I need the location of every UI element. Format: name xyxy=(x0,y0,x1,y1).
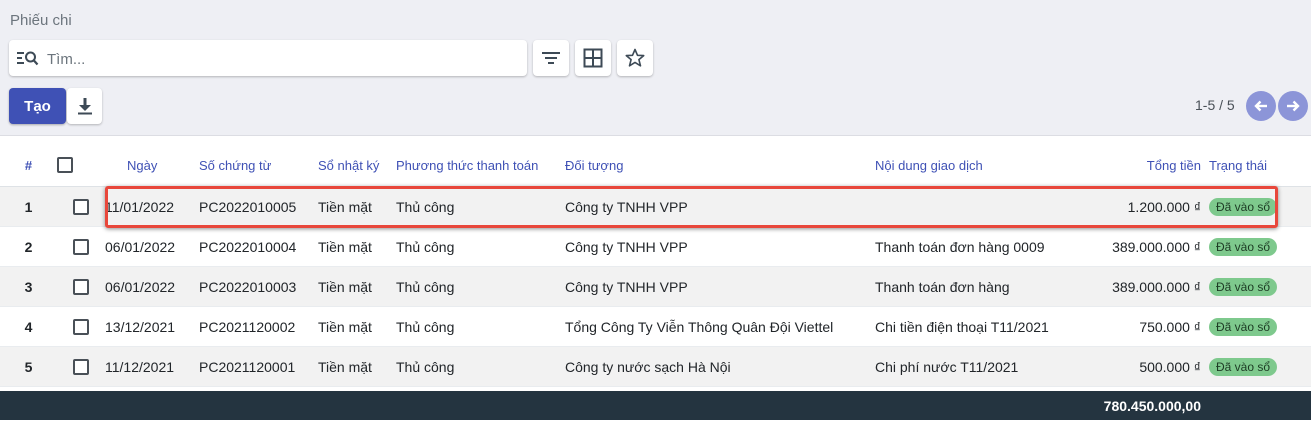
column-journal[interactable]: Sổ nhật ký xyxy=(318,144,396,187)
row-select-cell[interactable] xyxy=(57,266,105,307)
cell-description: Chi phí nước T11/2021 xyxy=(875,346,1100,387)
search-input[interactable] xyxy=(45,45,519,73)
table-row[interactable]: 2 06/01/2022 PC2022010004 Tiền mặt Thủ c… xyxy=(0,226,1311,267)
search-box[interactable] xyxy=(9,40,527,76)
row-checkbox[interactable] xyxy=(73,199,89,216)
cell-status: Đã vào sổ xyxy=(1203,266,1311,307)
cell-total: 1.200.000 ₫ xyxy=(1100,186,1203,227)
arrow-left-icon xyxy=(1254,100,1267,112)
cell-payment-method: Thủ công xyxy=(396,346,565,387)
cell-total: 750.000 ₫ xyxy=(1100,306,1203,347)
cell-journal: Tiền mặt xyxy=(318,186,396,227)
status-badge: Đã vào sổ xyxy=(1209,357,1278,376)
cell-payment-method: Thủ công xyxy=(396,306,565,347)
cell-partner: Công ty TNHH VPP xyxy=(565,186,875,227)
arrow-right-icon xyxy=(1287,100,1300,112)
grid-icon xyxy=(583,48,603,68)
cell-date: 06/01/2022 xyxy=(105,226,199,267)
status-badge: Đã vào sổ xyxy=(1209,197,1278,216)
cell-total: 389.000.000 ₫ xyxy=(1100,226,1203,267)
download-button[interactable] xyxy=(67,88,102,124)
row-select-cell[interactable] xyxy=(57,226,105,267)
row-number: 3 xyxy=(0,266,57,307)
cell-description: Chi tiền điện thoại T11/2021 xyxy=(875,306,1100,347)
column-status[interactable]: Trạng thái xyxy=(1203,144,1311,187)
filter-button[interactable] xyxy=(533,40,569,76)
row-checkbox[interactable] xyxy=(73,359,89,376)
cell-description: Thanh toán đơn hàng xyxy=(875,266,1100,307)
breadcrumb[interactable]: Phiếu chi xyxy=(10,12,72,29)
row-number: 1 xyxy=(0,186,57,227)
cell-total: 389.000.000 ₫ xyxy=(1100,266,1203,307)
cell-journal: Tiền mặt xyxy=(318,226,396,267)
column-description[interactable]: Nội dung giao dịch xyxy=(875,144,1100,187)
cell-doc-no: PC2021120001 xyxy=(199,346,318,387)
table-row[interactable]: 5 11/12/2021 PC2021120001 Tiền mặt Thủ c… xyxy=(0,346,1311,387)
cell-partner: Công ty TNHH VPP xyxy=(565,226,875,267)
row-number: 5 xyxy=(0,346,57,387)
cell-journal: Tiền mặt xyxy=(318,266,396,307)
table-footer: 780.450.000,00 xyxy=(0,391,1311,420)
star-icon xyxy=(625,48,645,67)
cell-partner: Công ty TNHH VPP xyxy=(565,266,875,307)
select-all-cell[interactable] xyxy=(57,144,105,187)
cell-journal: Tiền mặt xyxy=(318,346,396,387)
filter-icon xyxy=(542,52,560,64)
cell-date: 13/12/2021 xyxy=(105,306,199,347)
row-checkbox[interactable] xyxy=(73,319,89,336)
cell-status: Đã vào sổ xyxy=(1203,186,1311,227)
table-row[interactable]: 4 13/12/2021 PC2021120002 Tiền mặt Thủ c… xyxy=(0,306,1311,347)
table-header: # Ngày Số chứng từ Sổ nhật ký Phương thứ… xyxy=(0,144,1311,187)
column-doc-no[interactable]: Số chứng từ xyxy=(199,144,318,187)
cell-payment-method: Thủ công xyxy=(396,186,565,227)
cell-payment-method: Thủ công xyxy=(396,226,565,267)
row-number: 2 xyxy=(0,226,57,267)
pager-previous-button[interactable] xyxy=(1246,91,1276,121)
cell-date: 11/12/2021 xyxy=(105,346,199,387)
cell-status: Đã vào sổ xyxy=(1203,346,1311,387)
status-badge: Đã vào sổ xyxy=(1209,317,1278,336)
cell-doc-no: PC2022010004 xyxy=(199,226,318,267)
column-num: # xyxy=(0,144,57,187)
create-button[interactable]: Tạo xyxy=(9,88,66,124)
status-badge: Đã vào sổ xyxy=(1209,277,1278,296)
control-panel: Phiếu chi Tạo xyxy=(0,0,1311,136)
cell-partner: Tổng Công Ty Viễn Thông Quân Đội Viettel xyxy=(565,306,875,347)
table-row[interactable]: 1 11/01/2022 PC2022010005 Tiền mặt Thủ c… xyxy=(0,186,1311,227)
cell-doc-no: PC2022010005 xyxy=(199,186,318,227)
favorites-button[interactable] xyxy=(617,40,653,76)
cell-description xyxy=(875,186,1100,227)
cell-partner: Công ty nước sạch Hà Nội xyxy=(565,346,875,387)
footer-total: 780.450.000,00 xyxy=(1103,398,1201,414)
column-date[interactable]: Ngày xyxy=(105,144,199,187)
row-checkbox[interactable] xyxy=(73,239,89,256)
cell-payment-method: Thủ công xyxy=(396,266,565,307)
cell-date: 06/01/2022 xyxy=(105,266,199,307)
search-panel-icon[interactable] xyxy=(17,49,39,67)
column-payment-method[interactable]: Phương thức thanh toán xyxy=(396,144,565,187)
pager-next-button[interactable] xyxy=(1278,91,1308,121)
column-total[interactable]: Tổng tiền xyxy=(1100,144,1203,187)
cell-status: Đã vào sổ xyxy=(1203,306,1311,347)
cell-date: 11/01/2022 xyxy=(105,186,199,227)
pager-value[interactable]: 1-5 / 5 xyxy=(1195,97,1235,113)
select-all-checkbox[interactable] xyxy=(57,157,73,174)
table-row[interactable]: 3 06/01/2022 PC2022010003 Tiền mặt Thủ c… xyxy=(0,266,1311,307)
cell-doc-no: PC2022010003 xyxy=(199,266,318,307)
group-by-button[interactable] xyxy=(575,40,611,76)
row-select-cell[interactable] xyxy=(57,186,105,227)
payment-list-table: # Ngày Số chứng từ Sổ nhật ký Phương thứ… xyxy=(0,144,1311,387)
cell-status: Đã vào sổ xyxy=(1203,226,1311,267)
column-partner[interactable]: Đối tượng xyxy=(565,144,875,187)
row-select-cell[interactable] xyxy=(57,306,105,347)
cell-doc-no: PC2021120002 xyxy=(199,306,318,347)
cell-total: 500.000 ₫ xyxy=(1100,346,1203,387)
row-select-cell[interactable] xyxy=(57,346,105,387)
cell-description: Thanh toán đơn hàng 0009 xyxy=(875,226,1100,267)
row-checkbox[interactable] xyxy=(73,279,89,296)
status-badge: Đã vào sổ xyxy=(1209,237,1278,256)
row-number: 4 xyxy=(0,306,57,347)
cell-journal: Tiền mặt xyxy=(318,306,396,347)
download-icon xyxy=(77,98,92,115)
